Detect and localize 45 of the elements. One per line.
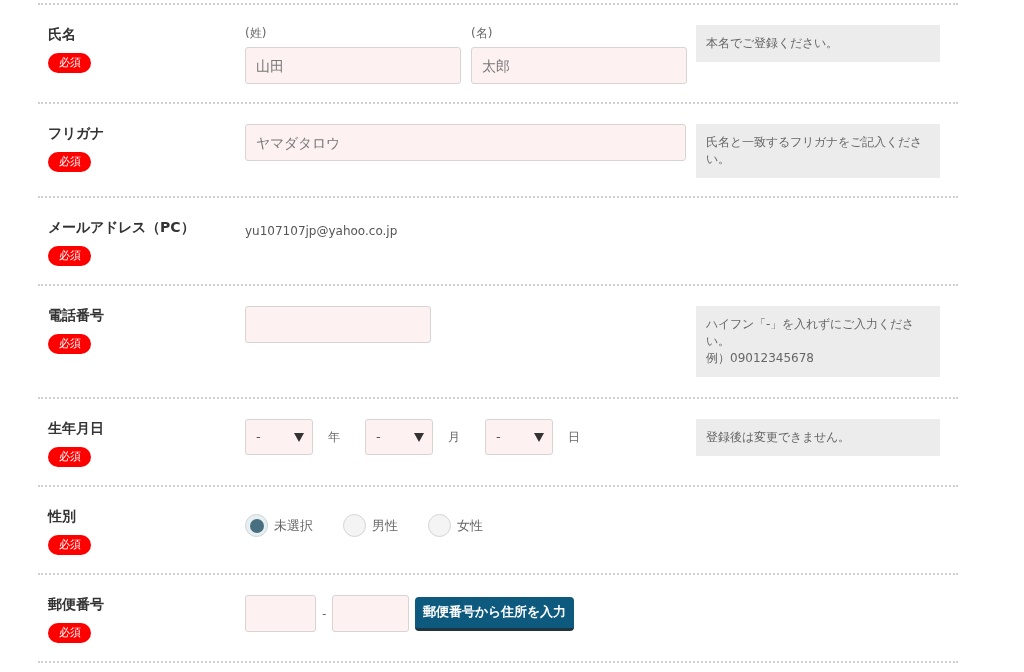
required-badge: 必須 — [48, 152, 91, 172]
field-label: 郵便番号 — [48, 595, 104, 613]
radio-label: 男性 — [372, 516, 398, 535]
hint-text: 氏名と一致するフリガナをご記入ください。 — [706, 134, 923, 168]
field-label: フリガナ — [48, 124, 104, 142]
hint-text: 例）09012345678 — [706, 350, 815, 367]
date-unit: 月 — [448, 429, 460, 446]
select-field[interactable]: - — [245, 419, 313, 455]
hint-text: 登録後は変更できません。 — [706, 429, 851, 446]
caret-icon — [294, 432, 304, 442]
caret-icon — [534, 432, 544, 442]
required-badge: 必須 — [48, 334, 91, 354]
required-badge: 必須 — [48, 447, 91, 467]
required-badge: 必須 — [48, 535, 91, 555]
field-label: 生年月日 — [48, 419, 104, 437]
hint-text: 本名でご登録ください。 — [706, 35, 839, 52]
separator-text: - — [322, 605, 327, 623]
radio-label: 女性 — [457, 516, 483, 535]
hint-text: ハイフン「-」を入れずにご入力ください。 — [706, 316, 916, 350]
field-label: 氏名 — [48, 25, 76, 43]
radio-button[interactable] — [428, 514, 451, 537]
input-field[interactable] — [332, 595, 410, 632]
address-lookup-button[interactable]: 郵便番号から住所を入力 — [415, 596, 575, 631]
field-label: 電話番号 — [48, 306, 104, 324]
select-field[interactable]: - — [365, 419, 433, 455]
input-field[interactable] — [245, 595, 316, 632]
date-unit: 年 — [328, 429, 340, 446]
radio-button[interactable] — [245, 514, 268, 537]
required-badge: 必須 — [48, 623, 91, 643]
email-text: yu107107jp@yahoo.co.jp — [245, 224, 398, 238]
date-unit: 日 — [568, 429, 580, 446]
radio-label: 未選択 — [274, 516, 313, 535]
caret-icon — [414, 432, 424, 442]
field-sublabel: (名) — [471, 25, 494, 41]
input-field[interactable]: ヤマダタロウ — [245, 124, 686, 161]
required-badge: 必須 — [48, 53, 91, 73]
field-sublabel: (姓) — [245, 25, 268, 41]
required-badge: 必須 — [48, 246, 91, 266]
select-field[interactable]: - — [485, 419, 553, 455]
radio-button[interactable] — [343, 514, 366, 537]
input-field[interactable]: 山田 — [245, 47, 461, 84]
field-label: メールアドレス（PC） — [48, 218, 195, 236]
input-field[interactable] — [245, 306, 431, 343]
field-label: 性別 — [48, 507, 76, 525]
input-field[interactable]: 太郎 — [471, 47, 687, 84]
